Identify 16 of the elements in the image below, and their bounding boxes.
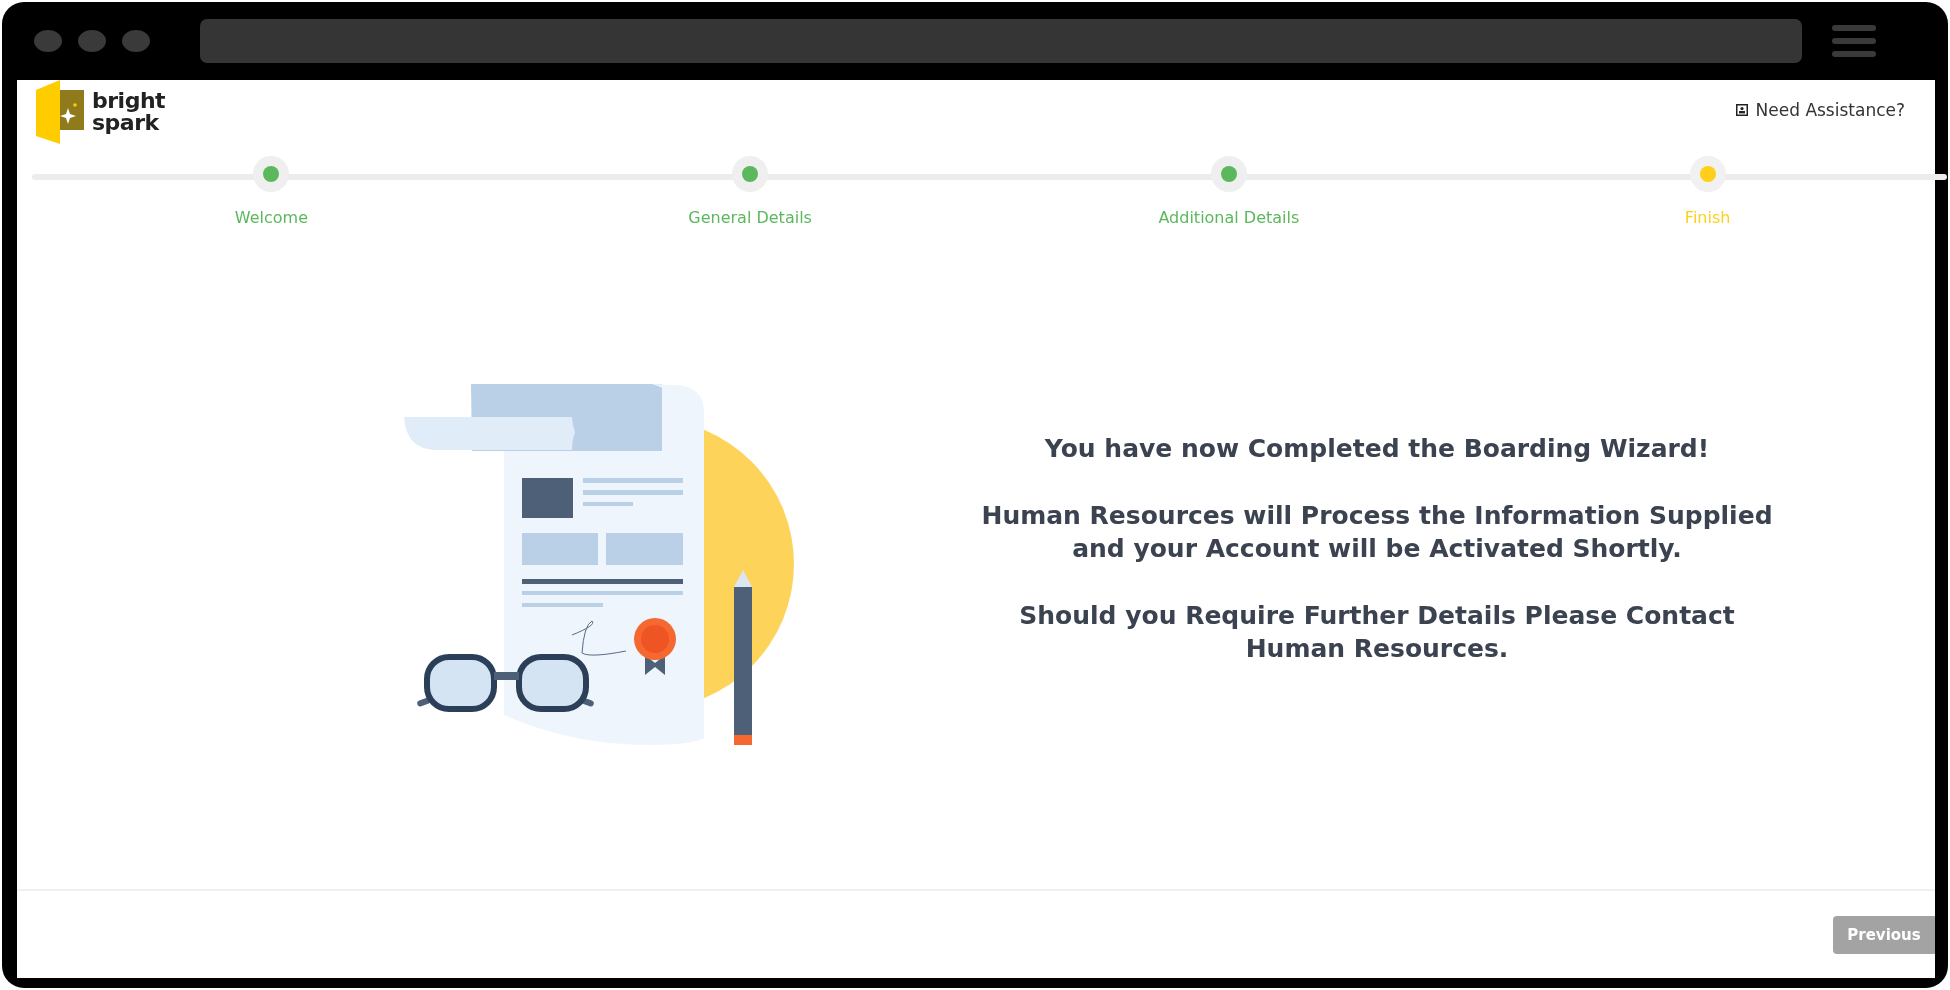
window-dot [122, 30, 150, 52]
window-dot [34, 30, 62, 52]
step-label[interactable]: Welcome [234, 208, 308, 227]
menu-icon[interactable] [1832, 25, 1876, 57]
step-label[interactable]: General Details [688, 208, 812, 227]
step-label[interactable]: Finish [1684, 208, 1731, 227]
completion-message: You have now Completed the Boarding Wizard! [1043, 432, 1711, 465]
completion-message: Human Resources will Process the Information Supplied and your Account will be Activated Shortly. [980, 499, 1774, 565]
contact-card-icon [1735, 104, 1748, 116]
help-link[interactable]: Need Assistance? [1735, 100, 1905, 120]
address-bar[interactable] [200, 19, 1802, 63]
brand-name: spark [92, 112, 159, 134]
completion-message: Should you Require Further Details Please Contact Human Resources. [1018, 599, 1736, 665]
window-dot [78, 30, 106, 52]
brand-name: bright [92, 90, 166, 112]
step-label[interactable]: Additional Details [1158, 208, 1300, 227]
